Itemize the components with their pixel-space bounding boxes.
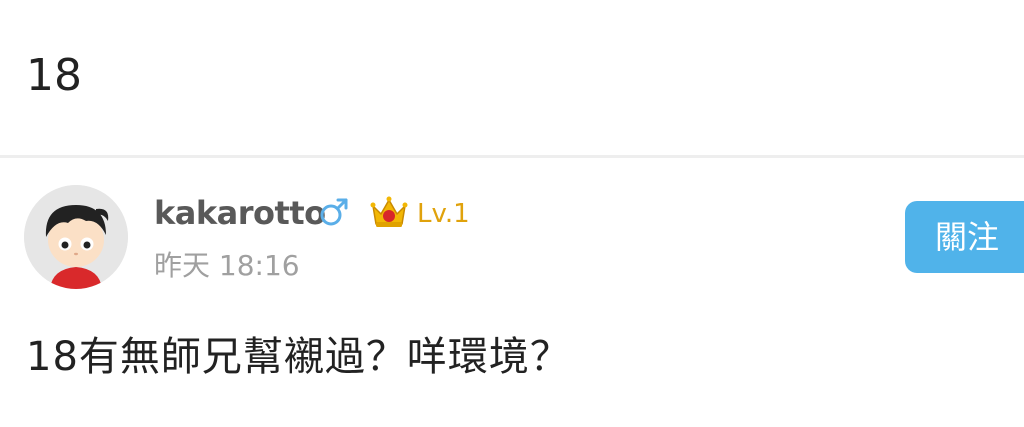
post-page: 18 kakarotto Lv.1 昨天 18:16 關注 18有無師兄幫襯過？… bbox=[0, 0, 1024, 427]
avatar-image bbox=[24, 185, 128, 289]
author-username[interactable]: kakarotto bbox=[154, 193, 326, 233]
post-body: 18有無師兄幫襯過？咩環境？ bbox=[26, 334, 571, 380]
follow-button[interactable]: 關注 bbox=[905, 201, 1024, 273]
crown-icon bbox=[370, 196, 408, 227]
thread-title: 18 bbox=[26, 50, 82, 101]
male-symbol-icon bbox=[320, 198, 348, 226]
post-timestamp: 昨天 18:16 bbox=[154, 249, 300, 282]
user-level: Lv.1 bbox=[417, 199, 470, 229]
divider bbox=[0, 155, 1024, 158]
avatar[interactable] bbox=[24, 185, 128, 289]
